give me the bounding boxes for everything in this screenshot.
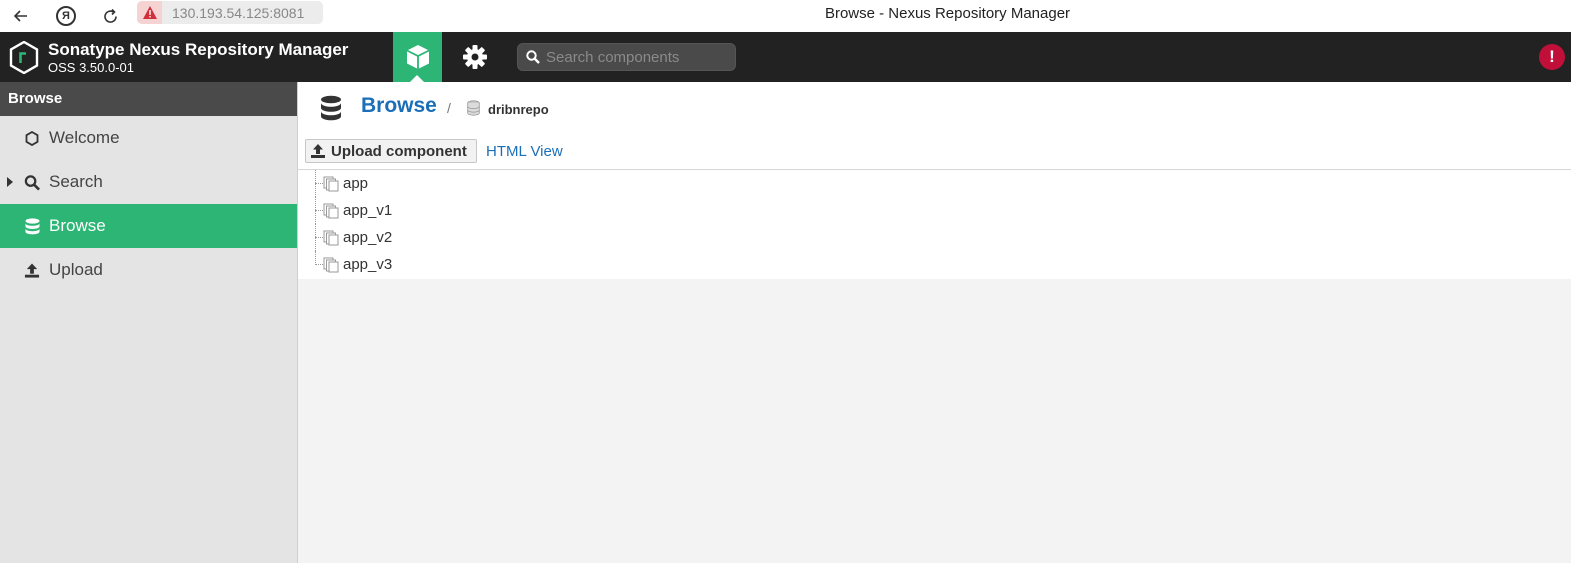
breadcrumb-separator: / bbox=[447, 100, 451, 116]
sidebar-item-label: Browse bbox=[49, 216, 106, 235]
tree-connector bbox=[315, 237, 323, 238]
tree-connector bbox=[315, 210, 323, 211]
tree-node[interactable]: app bbox=[298, 170, 1571, 197]
browser-toolbar: Я 130.193.54.125:8081 Browse - Nexus Rep… bbox=[0, 0, 1571, 32]
search-components-input[interactable] bbox=[546, 48, 731, 66]
browser-page-title: Browse - Nexus Repository Manager bbox=[824, 5, 1071, 22]
breadcrumb-browse-link[interactable]: Browse bbox=[361, 94, 437, 118]
expand-arrow-icon[interactable] bbox=[7, 177, 13, 187]
tree-node[interactable]: app_v2 bbox=[298, 224, 1571, 251]
administration-mode-button[interactable] bbox=[450, 32, 499, 82]
nexus-logo-icon[interactable] bbox=[9, 41, 39, 74]
search-icon bbox=[24, 173, 40, 191]
upload-component-button[interactable]: Upload component bbox=[305, 139, 477, 163]
active-mode-caret bbox=[410, 75, 424, 82]
product-name: Sonatype Nexus Repository Manager bbox=[48, 40, 349, 59]
sidebar: Browse Welcome Search Browse Upload bbox=[0, 82, 298, 563]
tree-node-label: app bbox=[343, 175, 369, 192]
upload-icon bbox=[310, 143, 326, 159]
sidebar-item-search[interactable]: Search bbox=[0, 160, 297, 204]
main-content: Browse / dribnrepo Upload component HTML… bbox=[298, 82, 1571, 563]
tree-connector bbox=[315, 183, 323, 184]
database-icon bbox=[321, 95, 341, 121]
sidebar-item-label: Search bbox=[49, 172, 103, 191]
gear-icon bbox=[462, 45, 487, 69]
breadcrumb-repository: dribnrepo bbox=[488, 102, 549, 117]
system-alert-icon[interactable]: ! bbox=[1539, 44, 1565, 70]
hexagon-icon bbox=[24, 129, 40, 147]
database-icon bbox=[24, 217, 40, 235]
upload-icon bbox=[24, 261, 40, 279]
folder-icon bbox=[323, 257, 339, 273]
sidebar-item-welcome[interactable]: Welcome bbox=[0, 116, 297, 160]
tree-node-label: app_v2 bbox=[343, 229, 393, 246]
browse-mode-button[interactable] bbox=[393, 32, 442, 82]
tree-connector bbox=[315, 251, 316, 265]
tree-node-label: app_v3 bbox=[343, 256, 393, 273]
component-tree: app app_v1 app_v2 app_v3 bbox=[298, 170, 1571, 279]
tree-connector bbox=[315, 264, 323, 265]
search-icon bbox=[526, 50, 540, 64]
app-header: Sonatype Nexus Repository Manager OSS 3.… bbox=[0, 32, 1571, 82]
search-components-box[interactable] bbox=[517, 43, 736, 71]
folder-icon bbox=[323, 230, 339, 246]
folder-icon bbox=[323, 176, 339, 192]
html-view-link[interactable]: HTML View bbox=[486, 143, 563, 160]
tree-node-label: app_v1 bbox=[343, 202, 393, 219]
sidebar-item-label: Upload bbox=[49, 260, 103, 279]
product-version: OSS 3.50.0-01 bbox=[48, 60, 134, 75]
tree-node[interactable]: app_v3 bbox=[298, 251, 1571, 278]
sidebar-header: Browse bbox=[0, 82, 297, 116]
sidebar-item-label: Welcome bbox=[49, 128, 120, 147]
cube-icon bbox=[406, 45, 429, 69]
tree-node[interactable]: app_v1 bbox=[298, 197, 1571, 224]
repository-icon bbox=[467, 100, 480, 116]
sidebar-item-upload[interactable]: Upload bbox=[0, 248, 297, 292]
sidebar-item-browse[interactable]: Browse bbox=[0, 204, 297, 248]
folder-icon bbox=[323, 203, 339, 219]
upload-component-label: Upload component bbox=[331, 142, 467, 160]
browse-toolbar-area: Browse / dribnrepo Upload component HTML… bbox=[298, 82, 1571, 170]
